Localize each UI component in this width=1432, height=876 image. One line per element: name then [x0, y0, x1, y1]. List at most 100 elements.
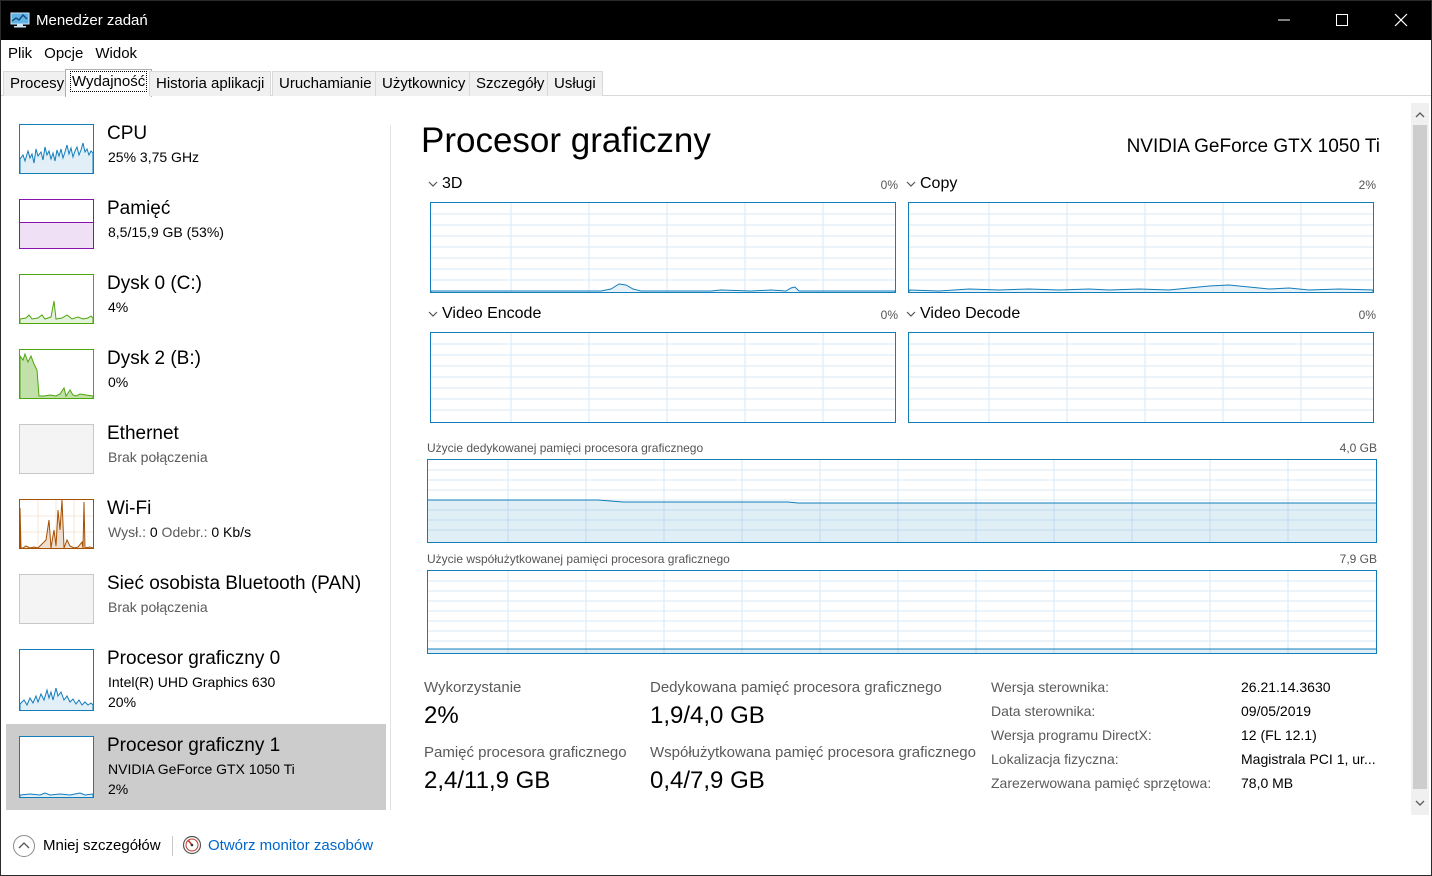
open-resource-monitor-link[interactable]: Otwórz monitor zasobów — [208, 837, 373, 854]
sidebar-item-label: CPU — [107, 123, 148, 144]
dedicated-memory-max: 4,0 GB — [1339, 441, 1377, 455]
footer-bar: Mniej szczegółów Otwórz monitor zasobów — [0, 824, 1432, 870]
engine-video-decode-selector[interactable]: Video Decode — [906, 305, 1020, 323]
bluetooth-thumbnail-graph — [19, 574, 94, 624]
close-button[interactable] — [1372, 0, 1430, 40]
sidebar-item-value: 0% — [108, 374, 129, 390]
sidebar-item-ethernet[interactable]: Ethernet Brak połączenia — [6, 416, 386, 502]
tab-bar: Procesy Wydajność Historia aplikacji Uru… — [0, 69, 1432, 97]
engine-video-encode-graph — [430, 332, 896, 423]
sidebar-item-label: Dysk 2 (B:) — [107, 348, 201, 369]
tab-performance[interactable]: Wydajność — [65, 69, 153, 97]
engine-3d-percent: 0% — [880, 178, 898, 192]
menu-file[interactable]: Plik — [2, 45, 38, 62]
shared-memory-graph — [427, 570, 1377, 654]
memory-level-fill — [20, 222, 93, 248]
dedicated-memory-label: Użycie dedykowanej pamięci procesora gra… — [427, 441, 704, 455]
engine-copy-graph — [908, 202, 1374, 293]
sidebar-item-disk-2[interactable]: Dysk 2 (B:) 0% — [6, 341, 386, 427]
sidebar-item-label: Procesor graficzny 0 — [107, 648, 281, 669]
engine-video-encode-selector[interactable]: Video Encode — [428, 305, 541, 323]
sidebar-item-label: Ethernet — [107, 423, 179, 444]
task-manager-icon — [10, 12, 30, 28]
menu-options[interactable]: Opcje — [38, 45, 89, 62]
sidebar-item-memory[interactable]: Pamięć 8,5/15,9 GB (53%) — [6, 191, 386, 277]
scrollbar-thumb[interactable] — [1413, 125, 1427, 789]
close-icon — [1394, 13, 1408, 27]
driver-date-value: 09/05/2019 — [1241, 703, 1312, 719]
page-title: Procesor graficzny — [421, 121, 711, 160]
tab-startup[interactable]: Uruchamianie — [272, 71, 379, 96]
sidebar-item-label: Wi-Fi — [107, 498, 152, 519]
sidebar-item-percent: 20% — [108, 694, 137, 710]
tab-services[interactable]: Usługi — [547, 71, 603, 96]
engine-3d-graph — [430, 202, 896, 293]
sidebar-item-label: Dysk 0 (C:) — [107, 273, 202, 294]
gpu-memory-stat-label: Pamięć procesora graficznego — [424, 744, 627, 761]
driver-date-key: Data sterownika: — [991, 703, 1096, 719]
maximize-button[interactable] — [1313, 0, 1371, 40]
maximize-icon — [1336, 14, 1348, 26]
engine-3d-selector[interactable]: 3D — [428, 175, 462, 193]
gpu-0-thumbnail-graph — [19, 649, 94, 711]
engine-copy-percent: 2% — [1358, 178, 1376, 192]
sidebar-item-value: 8,5/15,9 GB (53%) — [108, 224, 224, 240]
minimize-button[interactable] — [1255, 0, 1313, 40]
chevron-down-icon — [906, 311, 916, 317]
reserved-memory-value: 78,0 MB — [1241, 775, 1294, 791]
sidebar-item-percent: 2% — [108, 781, 129, 797]
vertical-scrollbar[interactable] — [1411, 103, 1429, 815]
sidebar-item-value: 4% — [108, 299, 129, 315]
chevron-down-icon — [906, 181, 916, 187]
fewer-details-button[interactable]: Mniej szczegółów — [43, 837, 161, 854]
sidebar-item-disk-0[interactable]: Dysk 0 (C:) 4% — [6, 266, 386, 352]
resource-monitor-icon[interactable] — [182, 835, 202, 855]
directx-version-value: 12 (FL 12.1) — [1241, 727, 1317, 743]
title-bar[interactable]: Menedżer zadań — [0, 0, 1432, 40]
cpu-thumbnail-graph — [19, 124, 94, 174]
tab-users[interactable]: Użytkownicy — [375, 71, 473, 96]
tab-processes[interactable]: Procesy — [3, 71, 72, 96]
sidebar-item-label: Procesor graficzny 1 — [107, 735, 281, 756]
wifi-thumbnail-graph — [19, 499, 94, 549]
sidebar-divider — [390, 125, 391, 810]
task-manager-window: Menedżer zadań Plik Opcje Widok Procesy … — [0, 0, 1432, 876]
sidebar-item-gpu-1[interactable]: Procesor graficzny 1 NVIDIA GeForce GTX … — [6, 724, 386, 810]
tab-details[interactable]: Szczegóły — [469, 71, 552, 96]
scroll-down-icon[interactable] — [1414, 797, 1426, 809]
gpu-model-name: NVIDIA GeForce GTX 1050 Ti — [1126, 136, 1380, 157]
sidebar-item-cpu[interactable]: CPU 25% 3,75 GHz — [6, 116, 386, 202]
tab-app-history[interactable]: Historia aplikacji — [149, 71, 272, 96]
utilization-label: Wykorzystanie — [424, 679, 522, 696]
gpu-1-thumbnail-graph — [19, 736, 94, 798]
dedicated-memory-graph — [427, 459, 1377, 543]
window-title: Menedżer zadań — [36, 12, 148, 29]
engine-copy-selector[interactable]: Copy — [906, 175, 957, 193]
shared-memory-label: Użycie współużytkowanej pamięci procesor… — [427, 552, 730, 566]
menu-view[interactable]: Widok — [89, 45, 143, 62]
engine-video-encode-percent: 0% — [880, 308, 898, 322]
chevron-up-circle-icon[interactable] — [12, 834, 36, 858]
shared-memory-stat-value: 0,4/7,9 GB — [650, 767, 765, 794]
sidebar-item-bluetooth-pan[interactable]: Sieć osobista Bluetooth (PAN) Brak połąc… — [6, 566, 386, 652]
chevron-down-icon — [428, 311, 438, 317]
engine-video-decode-graph — [908, 332, 1374, 423]
engine-video-decode-percent: 0% — [1358, 308, 1376, 322]
sidebar-item-gpu-0[interactable]: Procesor graficzny 0 Intel(R) UHD Graphi… — [6, 641, 386, 727]
disk-0-thumbnail-graph — [19, 274, 94, 324]
sidebar-item-wifi[interactable]: Wi-Fi Wysł.: 0 Odebr.: 0 Kb/s — [6, 491, 386, 577]
sidebar-item-value: Intel(R) UHD Graphics 630 — [108, 674, 276, 690]
minimize-icon — [1278, 19, 1290, 21]
dedicated-memory-stat-value: 1,9/4,0 GB — [650, 702, 765, 729]
chevron-down-icon — [428, 181, 438, 187]
sidebar-item-value: Wysł.: 0 Odebr.: 0 Kb/s — [108, 524, 252, 540]
sidebar-item-value: 25% 3,75 GHz — [108, 149, 200, 165]
scroll-up-icon[interactable] — [1414, 109, 1426, 121]
disk-2-thumbnail-graph — [19, 349, 94, 399]
driver-version-key: Wersja sterownika: — [991, 679, 1110, 695]
driver-version-value: 26.21.14.3630 — [1241, 679, 1331, 695]
menu-bar: Plik Opcje Widok — [0, 40, 1432, 66]
gpu-memory-stat-value: 2,4/11,9 GB — [424, 767, 551, 794]
utilization-value: 2% — [424, 702, 459, 729]
physical-location-value: Magistrala PCI 1, ur... — [1241, 751, 1376, 767]
